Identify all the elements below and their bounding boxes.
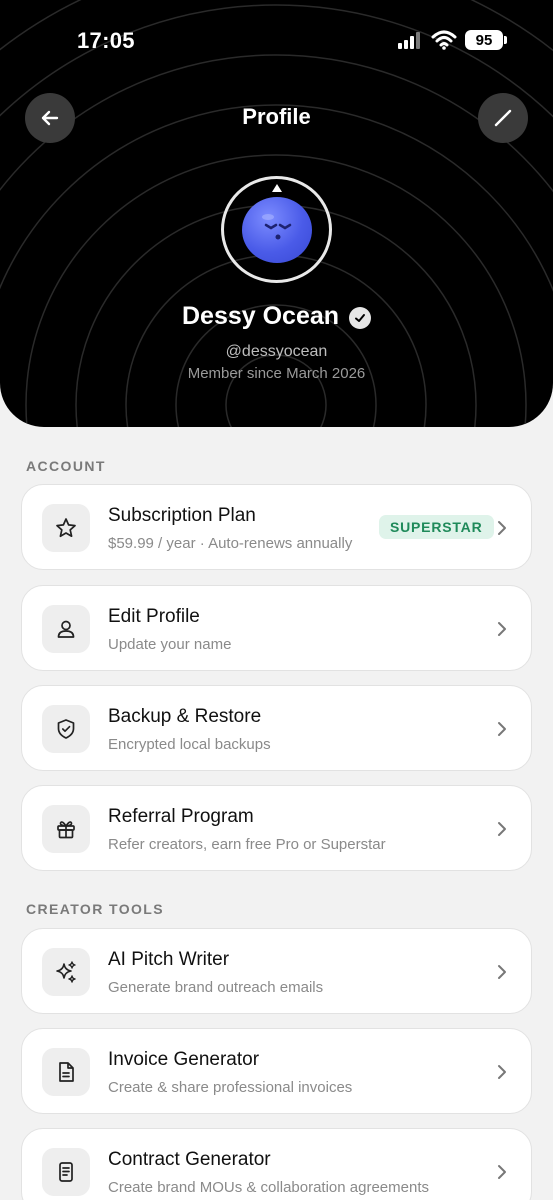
profile-name: Dessy Ocean (182, 302, 340, 330)
row-subtitle: Refer creators, earn free Pro or Superst… (108, 836, 386, 853)
star-icon (42, 504, 90, 552)
contract-icon (42, 1148, 90, 1196)
gift-icon (42, 805, 90, 853)
pencil-icon (494, 109, 512, 127)
plan-badge: SUPERSTAR (379, 515, 494, 539)
chevron-right-icon (498, 822, 506, 836)
row-title: Contract Generator (108, 1149, 271, 1170)
avatar-character-icon (241, 196, 312, 263)
cellular-signal-icon (398, 32, 420, 49)
row-title: Referral Program (108, 806, 254, 827)
ai-pitch-writer-row[interactable]: AI Pitch Writer Generate brand outreach … (21, 928, 532, 1014)
section-label-account: ACCOUNT (26, 458, 106, 474)
row-title: AI Pitch Writer (108, 949, 230, 970)
subscription-plan-row[interactable]: Subscription Plan $59.99 / year · Auto-r… (21, 484, 532, 570)
chevron-right-icon (498, 521, 506, 535)
wifi-icon (431, 30, 457, 50)
edit-button[interactable] (478, 93, 528, 143)
verified-check-icon (349, 307, 371, 329)
invoice-generator-row[interactable]: Invoice Generator Create & share profess… (21, 1028, 532, 1114)
row-subtitle: Generate brand outreach emails (108, 979, 324, 996)
user-icon (42, 605, 90, 653)
member-since: Member since March 2026 (187, 365, 366, 382)
chevron-right-icon (498, 1065, 506, 1079)
status-icons: 95 (397, 30, 507, 50)
avatar-tip-marker (272, 184, 282, 192)
document-icon (42, 1048, 90, 1096)
row-subtitle: Create & share professional invoices (108, 1079, 353, 1096)
sparkles-icon (42, 948, 90, 996)
battery-indicator: 95 (465, 30, 507, 50)
backup-restore-row[interactable]: Backup & Restore Encrypted local backups (21, 685, 532, 771)
row-subtitle: Create brand MOUs & collaboration agreem… (108, 1179, 429, 1196)
avatar[interactable] (221, 176, 332, 283)
chevron-right-icon (498, 965, 506, 979)
row-subtitle: Update your name (108, 636, 232, 653)
profile-header: 17:05 95 Profile Dessy Ocean @dessyocean… (0, 0, 553, 427)
row-title: Subscription Plan (108, 505, 256, 526)
status-time: 17:05 (77, 28, 135, 53)
referral-program-row[interactable]: Referral Program Refer creators, earn fr… (21, 785, 532, 871)
chevron-right-icon (498, 1165, 506, 1179)
page-title: Profile (242, 104, 311, 129)
chevron-right-icon (498, 622, 506, 636)
row-title: Edit Profile (108, 606, 200, 627)
row-title: Invoice Generator (108, 1049, 260, 1070)
shield-check-icon (42, 705, 90, 753)
row-subtitle: Encrypted local backups (108, 736, 271, 753)
contract-generator-row[interactable]: Contract Generator Create brand MOUs & c… (21, 1128, 532, 1200)
section-label-creator-tools: CREATOR TOOLS (26, 901, 164, 917)
row-subtitle: $59.99 / year · Auto-renews annually (108, 535, 353, 552)
chevron-right-icon (498, 722, 506, 736)
profile-handle: @dessyocean (225, 343, 328, 360)
row-title: Backup & Restore (108, 706, 262, 727)
edit-profile-row[interactable]: Edit Profile Update your name (21, 585, 532, 671)
